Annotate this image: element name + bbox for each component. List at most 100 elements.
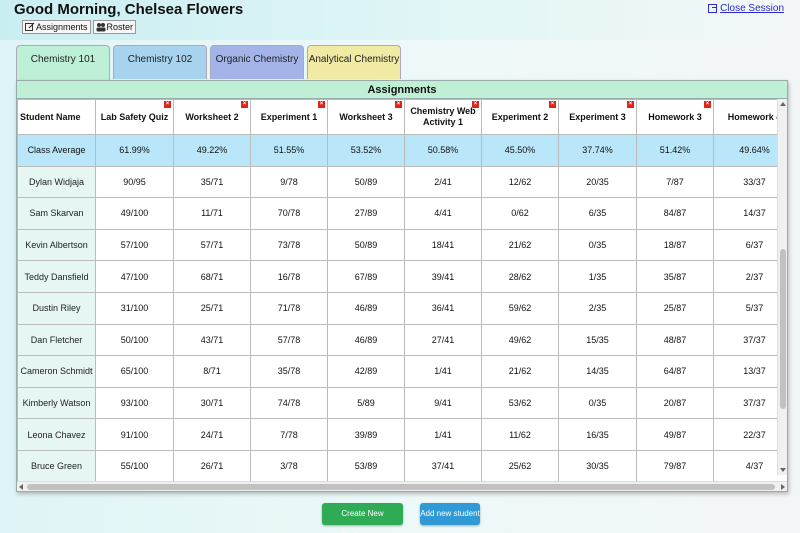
assignment-column-header[interactable]: Experiment 1 × xyxy=(250,99,328,135)
delete-assignment-icon[interactable]: × xyxy=(241,101,248,108)
score-cell[interactable]: 79/87 xyxy=(636,449,714,483)
delete-assignment-icon[interactable]: × xyxy=(627,101,634,108)
score-cell[interactable]: 6/37 xyxy=(713,228,787,262)
score-cell[interactable]: 2/35 xyxy=(558,291,637,325)
student-name-cell[interactable]: Dustin Riley xyxy=(17,291,96,325)
score-cell[interactable]: 71/78 xyxy=(250,291,328,325)
score-cell[interactable]: 12/62 xyxy=(481,165,559,199)
score-cell[interactable]: 25/62 xyxy=(481,449,559,483)
score-cell[interactable]: 49/87 xyxy=(636,418,714,451)
score-cell[interactable]: 49/100 xyxy=(95,197,174,230)
vertical-scrollbar[interactable] xyxy=(777,99,787,475)
delete-assignment-icon[interactable]: × xyxy=(549,101,556,108)
student-name-cell[interactable]: Bruce Green xyxy=(17,449,96,483)
score-cell[interactable]: 47/100 xyxy=(95,260,174,293)
assignment-column-header[interactable]: Homework 3 × xyxy=(636,99,714,135)
score-cell[interactable]: 28/62 xyxy=(481,260,559,293)
score-cell[interactable]: 46/89 xyxy=(327,291,405,325)
score-cell[interactable]: 0/62 xyxy=(481,197,559,230)
score-cell[interactable]: 53/62 xyxy=(481,386,559,420)
student-name-cell[interactable]: Dylan Widjaja xyxy=(17,165,96,199)
assignment-column-header[interactable]: Homework 4 xyxy=(713,99,787,135)
score-cell[interactable]: 0/35 xyxy=(558,228,637,262)
score-cell[interactable]: 16/35 xyxy=(558,418,637,451)
score-cell[interactable]: 15/35 xyxy=(558,323,637,357)
score-cell[interactable]: 57/100 xyxy=(95,228,174,262)
score-cell[interactable]: 25/71 xyxy=(173,291,251,325)
tab-chemistry-101[interactable]: Chemistry 101 xyxy=(16,45,110,81)
vertical-scroll-thumb[interactable] xyxy=(780,249,786,409)
score-cell[interactable]: 13/37 xyxy=(713,355,787,388)
score-cell[interactable]: 37/41 xyxy=(404,449,482,483)
score-cell[interactable]: 53/89 xyxy=(327,449,405,483)
score-cell[interactable]: 35/71 xyxy=(173,165,251,199)
score-cell[interactable]: 8/71 xyxy=(173,355,251,388)
student-name-cell[interactable]: Kevin Albertson xyxy=(17,228,96,262)
score-cell[interactable]: 35/87 xyxy=(636,260,714,293)
score-cell[interactable]: 48/87 xyxy=(636,323,714,357)
score-cell[interactable]: 26/71 xyxy=(173,449,251,483)
score-cell[interactable]: 21/62 xyxy=(481,228,559,262)
score-cell[interactable]: 27/89 xyxy=(327,197,405,230)
score-cell[interactable]: 50/89 xyxy=(327,228,405,262)
score-cell[interactable]: 1/41 xyxy=(404,355,482,388)
horizontal-scroll-thumb[interactable] xyxy=(27,484,775,490)
score-cell[interactable]: 35/78 xyxy=(250,355,328,388)
score-cell[interactable]: 37/37 xyxy=(713,386,787,420)
score-cell[interactable]: 73/78 xyxy=(250,228,328,262)
score-cell[interactable]: 9/78 xyxy=(250,165,328,199)
score-cell[interactable]: 3/78 xyxy=(250,449,328,483)
score-cell[interactable]: 2/41 xyxy=(404,165,482,199)
assignment-column-header[interactable]: Experiment 2 × xyxy=(481,99,559,135)
score-cell[interactable]: 16/78 xyxy=(250,260,328,293)
tab-organic-chemistry[interactable]: Organic Chemistry xyxy=(210,45,304,79)
score-cell[interactable]: 49/62 xyxy=(481,323,559,357)
score-cell[interactable]: 14/37 xyxy=(713,197,787,230)
close-session-link[interactable]: Close Session xyxy=(708,3,784,14)
scroll-down-icon[interactable] xyxy=(780,468,786,472)
score-cell[interactable]: 4/41 xyxy=(404,197,482,230)
score-cell[interactable]: 20/87 xyxy=(636,386,714,420)
score-cell[interactable]: 57/78 xyxy=(250,323,328,357)
score-cell[interactable]: 50/89 xyxy=(327,165,405,199)
score-cell[interactable]: 33/37 xyxy=(713,165,787,199)
student-name-cell[interactable]: Leona Chavez xyxy=(17,418,96,451)
score-cell[interactable]: 84/87 xyxy=(636,197,714,230)
score-cell[interactable]: 59/62 xyxy=(481,291,559,325)
scroll-left-icon[interactable] xyxy=(19,484,23,490)
create-assignment-button[interactable]: Create New Assignment xyxy=(322,503,403,533)
assignments-nav-button[interactable]: Assignments xyxy=(22,20,91,34)
score-cell[interactable]: 64/87 xyxy=(636,355,714,388)
score-cell[interactable]: 11/62 xyxy=(481,418,559,451)
student-name-cell[interactable]: Teddy Dansfield xyxy=(17,260,96,293)
roster-nav-button[interactable]: Roster xyxy=(92,20,137,34)
score-cell[interactable]: 70/78 xyxy=(250,197,328,230)
score-cell[interactable]: 9/41 xyxy=(404,386,482,420)
score-cell[interactable]: 18/87 xyxy=(636,228,714,262)
score-cell[interactable]: 55/100 xyxy=(95,449,174,483)
score-cell[interactable]: 22/37 xyxy=(713,418,787,451)
score-cell[interactable]: 43/71 xyxy=(173,323,251,357)
add-student-button[interactable]: Add new student xyxy=(420,503,480,525)
assignment-column-header[interactable]: Lab Safety Quiz × xyxy=(95,99,174,135)
score-cell[interactable]: 31/100 xyxy=(95,291,174,325)
score-cell[interactable]: 39/41 xyxy=(404,260,482,293)
score-cell[interactable]: 14/35 xyxy=(558,355,637,388)
score-cell[interactable]: 93/100 xyxy=(95,386,174,420)
score-cell[interactable]: 24/71 xyxy=(173,418,251,451)
scroll-up-icon[interactable] xyxy=(780,102,786,106)
score-cell[interactable]: 4/37 xyxy=(713,449,787,483)
score-cell[interactable]: 74/78 xyxy=(250,386,328,420)
score-cell[interactable]: 6/35 xyxy=(558,197,637,230)
score-cell[interactable]: 25/87 xyxy=(636,291,714,325)
assignment-column-header[interactable]: Worksheet 3 × xyxy=(327,99,405,135)
score-cell[interactable]: 37/37 xyxy=(713,323,787,357)
score-cell[interactable]: 30/71 xyxy=(173,386,251,420)
assignment-column-header[interactable]: Experiment 3 × xyxy=(558,99,637,135)
student-name-cell[interactable]: Sam Skarvan xyxy=(17,197,96,230)
score-cell[interactable]: 5/89 xyxy=(327,386,405,420)
score-cell[interactable]: 27/41 xyxy=(404,323,482,357)
delete-assignment-icon[interactable]: × xyxy=(164,101,171,108)
score-cell[interactable]: 42/89 xyxy=(327,355,405,388)
score-cell[interactable]: 5/37 xyxy=(713,291,787,325)
